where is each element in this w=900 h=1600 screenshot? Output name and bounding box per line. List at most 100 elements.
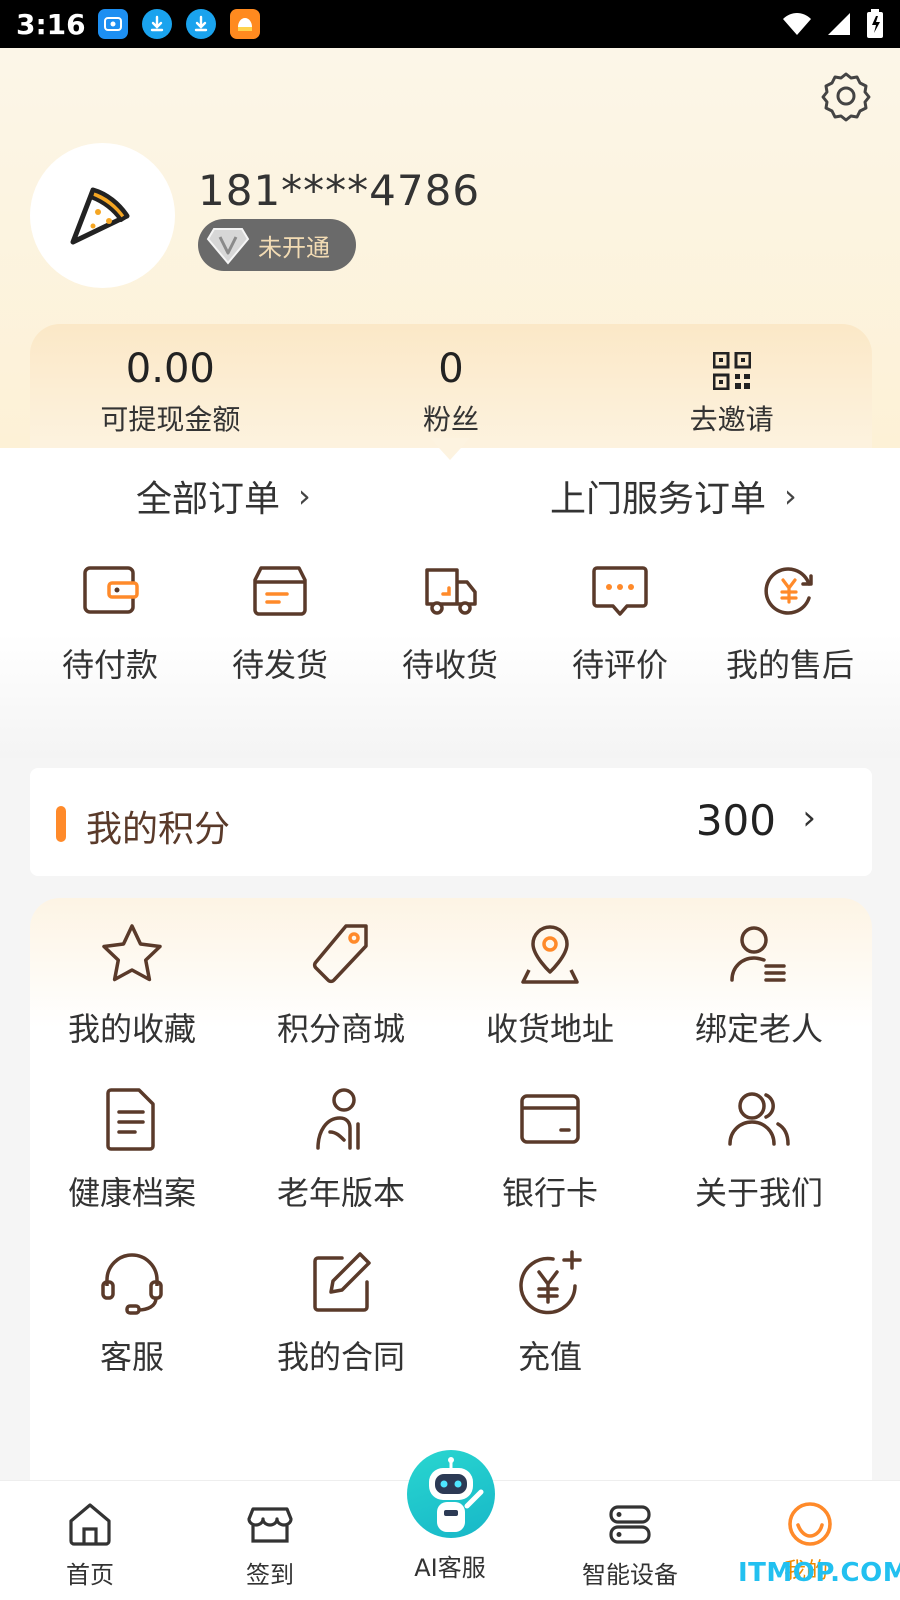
menu-label: 关于我们 [694,1174,823,1212]
location-icon [521,925,579,984]
order-pending-review[interactable]: 待评价 [535,560,705,686]
all-orders-link[interactable]: 全部订单 › [136,470,311,522]
nav-sign-in[interactable]: 签到 [180,1481,360,1590]
battery-icon [867,9,883,38]
signal-icon [828,13,850,35]
watermark: ITMOP.COM [738,1558,900,1588]
elderly-icon [316,1088,360,1150]
points-value: 300 [695,796,776,845]
stat-withdrawable[interactable]: 0.00 可提现金额 [30,324,311,454]
order-pending-payment[interactable]: 待付款 [25,560,195,686]
menu-label: 银行卡 [501,1174,598,1212]
feature-menu: 我的收藏 积分商城 收货地址 绑定老人 健康档案 老年版本 银行卡 关于我们 客… [30,898,872,1488]
ai-assistant-button[interactable] [407,1450,495,1538]
stat-label: 可提现金额 [100,403,241,436]
robot-icon [429,1457,484,1532]
points-card[interactable]: 我的积分 300 › [30,768,872,876]
menu-about-us[interactable]: 关于我们 [664,1084,854,1214]
avatar[interactable] [30,143,175,288]
menu-favorites[interactable]: 我的收藏 [37,920,227,1050]
notification-app-icon [97,9,128,39]
menu-bind-elder[interactable]: 绑定老人 [664,920,854,1050]
tag-icon [312,924,368,984]
status-bar: 3:16 [0,0,900,48]
menu-points-mall[interactable]: 积分商城 [246,920,436,1050]
menu-label: 积分商城 [276,1010,405,1048]
wallet-icon [83,566,139,614]
menu-label: 健康档案 [67,1174,196,1212]
chevron-right-icon: › [298,477,311,515]
chevron-right-icon: › [784,477,797,515]
menu-recharge[interactable]: 充值 [455,1248,645,1378]
stat-value: 0.00 [125,346,215,392]
pizza-logo-icon [70,187,129,244]
user-list-icon [730,926,786,982]
order-status-label: 待发货 [231,646,328,684]
order-status-label: 待评价 [571,646,668,684]
home-icon [69,1503,111,1546]
document-icon [106,1088,155,1151]
menu-contracts[interactable]: 我的合同 [246,1248,436,1378]
status-indicators [782,9,884,39]
points-accent-bar [56,806,66,842]
comment-icon [592,566,648,616]
menu-label: 我的合同 [276,1338,405,1376]
menu-label: 收货地址 [485,1010,614,1048]
order-status-row: 待付款 待发货 待收货 待评价 我的售后 [25,560,875,686]
diamond-icon [206,228,250,265]
card-icon [520,1094,580,1144]
nav-label: 智能设备 [582,1561,678,1589]
user-phone: 181****4786 [198,166,481,215]
download-notification-icon [141,9,172,39]
stat-value: 0 [438,346,464,392]
stats-pointer [430,438,470,460]
download-notification-icon [185,9,216,39]
home-service-orders-link[interactable]: 上门服务订单 › [550,470,797,522]
vip-status-badge[interactable]: 未开通 [198,219,356,271]
stat-fans[interactable]: 0 粉丝 [311,324,592,454]
stat-label: 粉丝 [423,403,480,436]
settings-gear-icon[interactable] [820,70,872,122]
menu-health-records[interactable]: 健康档案 [37,1084,227,1214]
vip-status-label: 未开通 [258,233,330,262]
home-service-orders-label: 上门服务订单 [550,479,767,520]
nav-label: 首页 [66,1561,114,1589]
package-icon [253,566,307,616]
chevron-right-icon: › [802,798,816,838]
recharge-icon [519,1250,582,1315]
menu-elder-mode[interactable]: 老年版本 [246,1084,436,1214]
menu-bank-card[interactable]: 银行卡 [455,1084,645,1214]
menu-label: 充值 [517,1338,582,1376]
order-status-label: 待付款 [61,646,158,684]
nav-label: 签到 [246,1561,294,1589]
status-time: 3:16 [16,7,86,41]
truck-icon [425,568,477,615]
order-status-label: 我的售后 [725,646,854,684]
nav-mine[interactable] [720,1481,900,1549]
wifi-icon [783,13,811,35]
edit-icon [313,1252,371,1312]
all-orders-label: 全部订单 [136,479,281,520]
order-pending-receipt[interactable]: 待收货 [365,560,535,686]
device-icon [609,1505,651,1544]
menu-label: 我的收藏 [67,1010,196,1048]
points-title: 我的积分 [86,809,231,850]
nav-home[interactable]: 首页 [0,1481,180,1590]
menu-shipping-address[interactable]: 收货地址 [455,920,645,1050]
stat-invite[interactable]: 去邀请 [591,324,872,454]
stat-label: 去邀请 [689,403,774,436]
menu-customer-service[interactable]: 客服 [37,1248,227,1378]
users-icon [728,1092,790,1146]
menu-label: 客服 [99,1338,164,1376]
headset-icon [101,1253,163,1315]
menu-label: 绑定老人 [694,1010,823,1048]
nav-ai-service-label[interactable]: AI客服 [360,1548,540,1583]
order-after-sale[interactable]: 我的售后 [705,560,875,686]
stats-card: 0.00 可提现金额 0 粉丝 去邀请 [30,324,872,454]
order-pending-shipment[interactable]: 待发货 [195,560,365,686]
qr-code-icon [712,352,751,390]
after-sale-icon [764,567,813,615]
nav-smart-devices[interactable]: 智能设备 [540,1481,720,1590]
order-status-label: 待收货 [401,646,498,684]
app-notification-icon [229,9,260,39]
